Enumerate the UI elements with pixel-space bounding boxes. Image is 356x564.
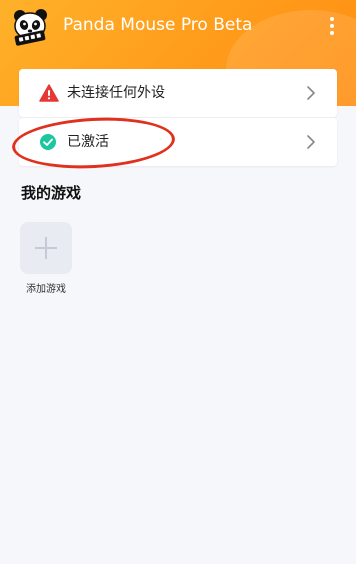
my-games-title: 我的游戏 [21, 184, 82, 202]
peripheral-status-label: 未连接任何外设 [67, 85, 165, 101]
add-game-button[interactable] [20, 222, 72, 274]
warning-triangle-icon [39, 84, 59, 102]
chevron-right-icon [307, 135, 315, 149]
activation-status-card[interactable]: 已激活 [19, 118, 337, 166]
peripheral-status-card[interactable]: 未连接任何外设 [19, 69, 337, 117]
menu-dot [330, 24, 334, 28]
plus-icon [35, 237, 57, 259]
app-title: Panda Mouse Pro Beta [63, 15, 253, 35]
panda-logo-icon [14, 9, 47, 46]
add-game-label: 添加游戏 [26, 284, 66, 295]
activation-status-label: 已激活 [67, 134, 109, 150]
menu-dot [330, 17, 334, 21]
more-vertical-icon[interactable] [318, 12, 346, 40]
chevron-right-icon [307, 86, 315, 100]
app-screen: Panda Mouse Pro Beta 未连接任何外设 已激活 我的游戏 添加… [0, 0, 356, 564]
menu-dot [330, 31, 334, 35]
check-circle-icon [40, 134, 56, 150]
